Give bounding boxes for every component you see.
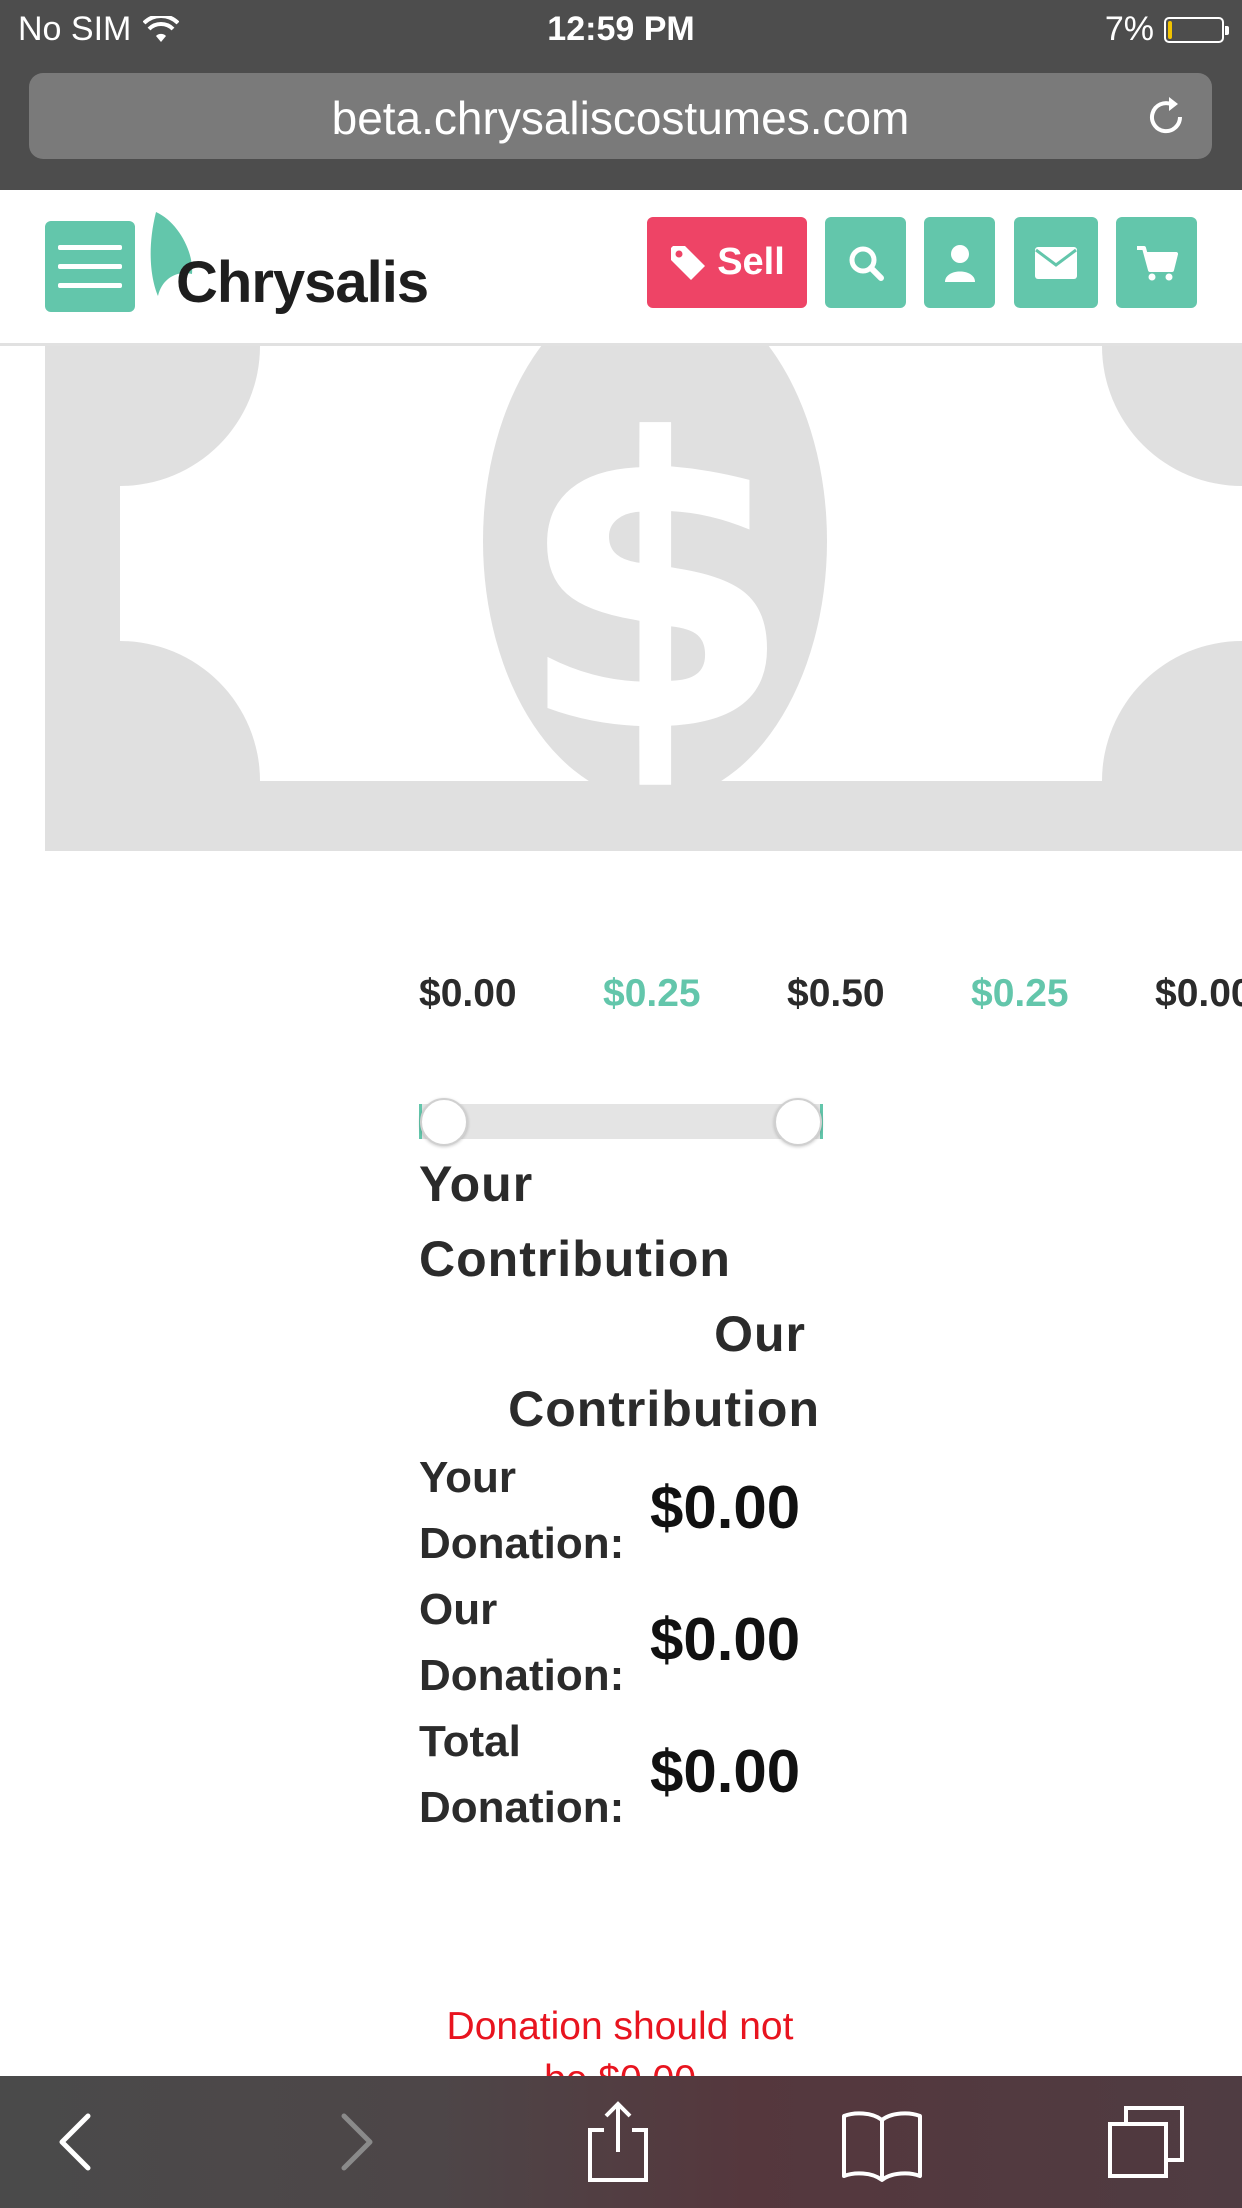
forward-icon[interactable] — [312, 2100, 396, 2184]
user-icon — [944, 244, 975, 282]
logo[interactable]: Chrysalis — [148, 212, 429, 324]
our-donation-value: $0.00 — [650, 1606, 801, 1673]
battery-group: 7% — [1104, 10, 1229, 49]
your-donation-row: Your Donation: $0.00 — [419, 1445, 839, 1575]
amount-option[interactable]: $0.00 — [1155, 972, 1242, 1016]
amount-option[interactable]: $0.25 — [603, 972, 701, 1016]
battery-percent: 7% — [1104, 10, 1154, 48]
menu-button[interactable] — [45, 221, 135, 312]
battery-fill — [1168, 20, 1172, 39]
reload-icon[interactable] — [1142, 93, 1190, 141]
your-donation-value: $0.00 — [650, 1474, 801, 1541]
label-line: Total — [419, 1717, 521, 1766]
sell-label: Sell — [717, 241, 785, 283]
address-bar[interactable]: beta.chrysaliscostumes.com — [29, 73, 1212, 159]
clock: 12:59 PM — [547, 10, 695, 48]
sell-button[interactable]: Sell — [647, 217, 807, 308]
contact-button[interactable] — [1014, 217, 1098, 308]
site-header: Chrysalis Sell — [0, 190, 1242, 346]
amount-option[interactable]: $0.25 — [971, 972, 1069, 1016]
amount-option[interactable]: $0.50 — [787, 972, 885, 1016]
label-line: Donation: — [419, 1519, 625, 1568]
cart-button[interactable] — [1116, 217, 1197, 308]
label-line: Our — [419, 1585, 498, 1634]
slider-handle-left[interactable] — [420, 1098, 468, 1146]
envelope-icon — [1035, 246, 1077, 279]
search-icon — [849, 246, 884, 281]
back-icon[interactable] — [36, 2100, 120, 2184]
amount-option[interactable]: $0.00 — [419, 972, 517, 1016]
donation-hero-image: $ — [45, 346, 1242, 851]
total-donation-label: Total Donation: — [419, 1709, 649, 1841]
tabs-icon[interactable] — [1104, 2100, 1188, 2184]
bookmarks-icon[interactable] — [840, 2100, 924, 2184]
error-line: Donation should not — [446, 2005, 794, 2048]
our-contribution-label: Our Contribution — [470, 1297, 820, 1447]
our-contribution-line2: Contribution — [508, 1381, 820, 1437]
hamburger-icon-line — [58, 245, 122, 250]
cart-icon — [1136, 245, 1178, 280]
hamburger-icon-line — [58, 264, 122, 269]
your-contribution-line1: Your — [419, 1156, 534, 1212]
account-button[interactable] — [924, 217, 995, 308]
status-bar: No SIM 12:59 PM 7% — [0, 0, 1242, 62]
svg-text:$: $ — [516, 356, 794, 821]
dollar-bill-icon: $ — [45, 346, 1242, 851]
tag-icon — [671, 245, 706, 280]
total-donation-row: Total Donation: $0.00 — [419, 1709, 839, 1839]
our-donation-row: Our Donation: $0.00 — [419, 1577, 839, 1707]
our-contribution-line1: Our — [714, 1306, 806, 1362]
total-donation-value: $0.00 — [650, 1738, 801, 1805]
share-icon[interactable] — [576, 2100, 660, 2184]
label-line: Your — [419, 1453, 516, 1502]
label-line: Donation: — [419, 1783, 625, 1832]
url-text: beta.chrysaliscostumes.com — [331, 92, 910, 144]
your-contribution-label: Your Contribution — [419, 1147, 731, 1297]
hamburger-icon-line — [58, 283, 122, 288]
browser-toolbar — [0, 2076, 1242, 2208]
contribution-slider[interactable] — [419, 1098, 823, 1146]
our-donation-label: Our Donation: — [419, 1577, 649, 1709]
your-contribution-line2: Contribution — [419, 1231, 731, 1287]
battery-icon — [1164, 16, 1229, 43]
donation-amount-options: $0.00 $0.25 $0.50 $0.25 $0.00 — [419, 972, 1242, 1032]
slider-handle-right[interactable] — [774, 1098, 822, 1146]
logo-text: Chrysalis — [176, 250, 429, 315]
browser-top-bar: No SIM 12:59 PM 7% beta.chrysaliscostume… — [0, 0, 1242, 190]
your-donation-label: Your Donation: — [419, 1445, 649, 1577]
search-button[interactable] — [825, 217, 906, 308]
label-line: Donation: — [419, 1651, 625, 1700]
